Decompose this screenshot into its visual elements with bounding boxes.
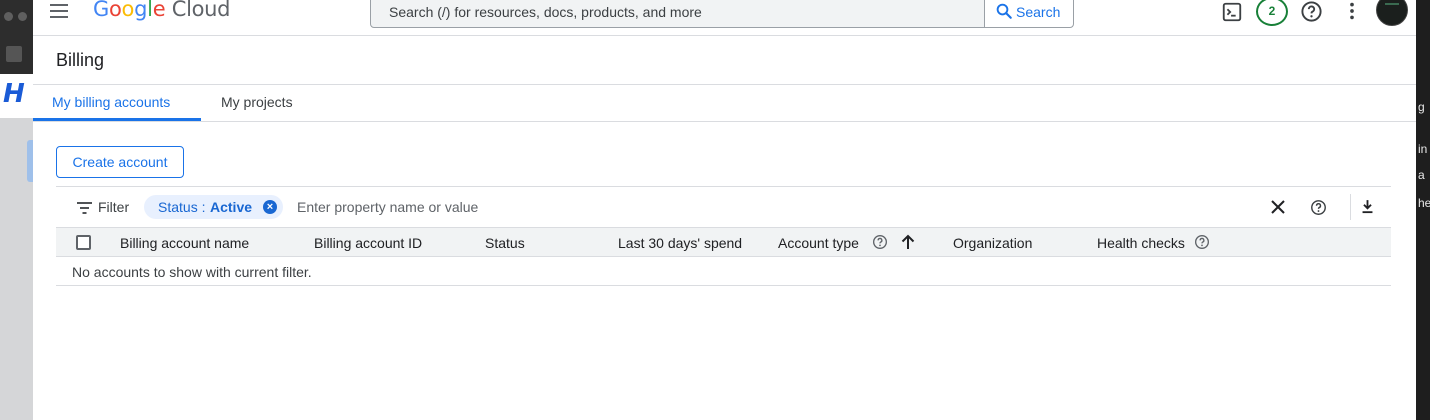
chip-close-icon[interactable]: × xyxy=(263,200,277,214)
divider xyxy=(33,84,1416,85)
divider xyxy=(1350,194,1351,220)
column-header[interactable]: Organization xyxy=(953,235,1032,251)
more-vert-icon[interactable] xyxy=(1341,0,1363,22)
sort-arrow-up-icon[interactable] xyxy=(901,234,915,250)
column-header[interactable]: Billing account ID xyxy=(314,235,422,251)
column-header[interactable]: Account type xyxy=(778,235,859,251)
filter-button[interactable]: Filter xyxy=(98,199,129,215)
cloud-shell-icon[interactable] xyxy=(1221,1,1243,23)
filter-input[interactable]: Enter property name or value xyxy=(297,199,478,215)
status-filter-chip[interactable]: Status : Active × xyxy=(144,195,283,219)
background-window-right: g in a he xyxy=(1416,0,1430,420)
search-placeholder: Search (/) for resources, docs, products… xyxy=(389,4,702,20)
menu-icon[interactable] xyxy=(50,2,70,20)
logo-cloud-text: Cloud xyxy=(171,0,231,21)
download-icon[interactable] xyxy=(1359,198,1376,215)
tab-my-billing-accounts[interactable]: My billing accounts xyxy=(52,94,170,110)
empty-message: No accounts to show with current filter. xyxy=(72,264,312,280)
column-header[interactable]: Health checks xyxy=(1097,235,1185,251)
search-input[interactable]: Search (/) for resources, docs, products… xyxy=(370,0,985,28)
health-checks-help-icon[interactable] xyxy=(1194,234,1210,250)
column-header[interactable]: Last 30 days' spend xyxy=(618,235,742,251)
search-button-label: Search xyxy=(1016,4,1061,20)
table-empty-row: No accounts to show with current filter. xyxy=(56,257,1391,286)
billing-panel: Google Cloud Search (/) for resources, d… xyxy=(33,0,1416,420)
create-account-button[interactable]: Create account xyxy=(56,146,184,178)
top-bar: Google Cloud Search (/) for resources, d… xyxy=(33,0,1416,36)
help-icon[interactable] xyxy=(1300,0,1323,23)
select-all-checkbox[interactable] xyxy=(76,235,91,250)
search-button[interactable]: Search xyxy=(984,0,1074,28)
account-type-help-icon[interactable] xyxy=(872,234,888,250)
search-icon xyxy=(996,3,1012,19)
notifications-badge[interactable]: 2 xyxy=(1256,0,1288,26)
divider xyxy=(56,186,1391,187)
avatar[interactable] xyxy=(1376,0,1408,26)
chip-key: Status : xyxy=(158,199,206,215)
chip-value: Active xyxy=(210,199,253,215)
clear-icon[interactable] xyxy=(1270,199,1286,215)
table-header: Billing account name Billing account ID … xyxy=(56,227,1391,257)
filter-help-icon[interactable] xyxy=(1310,199,1327,216)
page-title: Billing xyxy=(56,50,105,70)
divider xyxy=(33,121,1416,122)
column-header[interactable]: Billing account name xyxy=(120,235,249,251)
tab-my-projects[interactable]: My projects xyxy=(221,94,293,110)
google-cloud-logo[interactable]: Google Cloud xyxy=(93,0,231,21)
background-window-left: H xyxy=(0,0,33,420)
filter-icon xyxy=(77,202,92,214)
column-header[interactable]: Status xyxy=(485,235,525,251)
